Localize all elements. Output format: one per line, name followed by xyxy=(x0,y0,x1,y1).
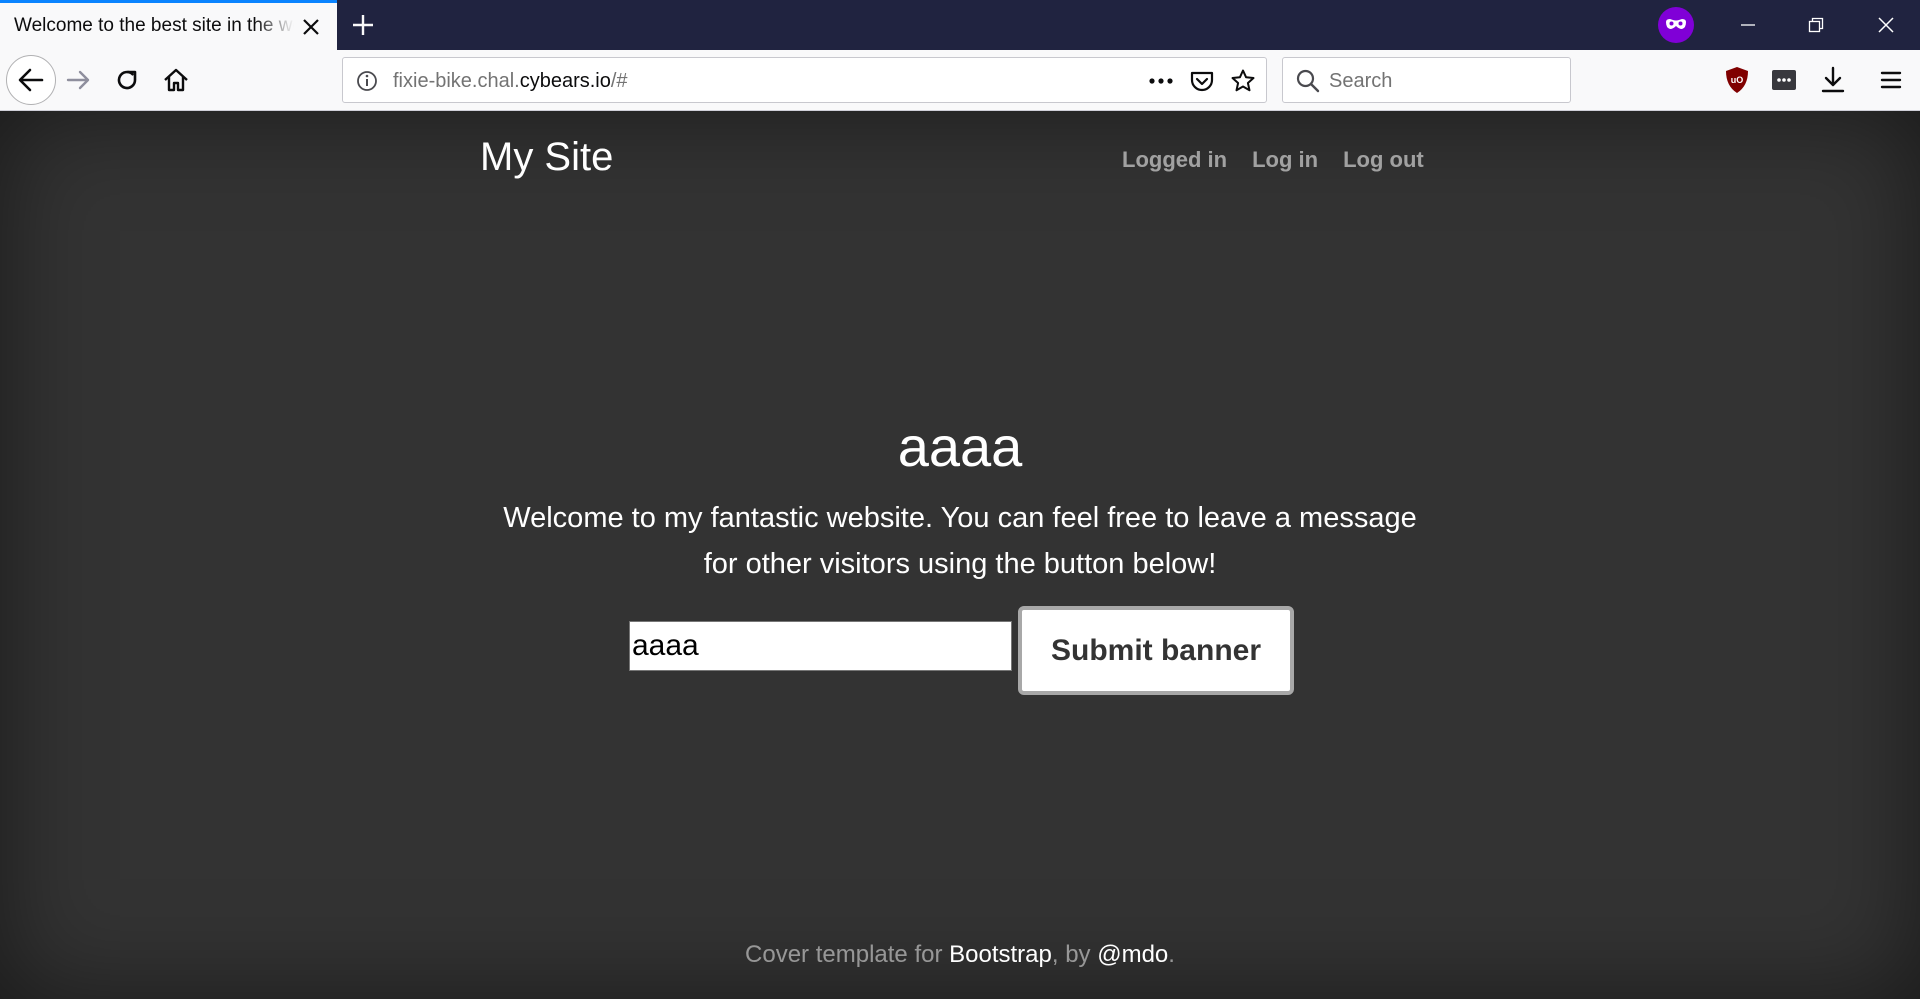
back-icon[interactable] xyxy=(6,55,56,105)
search-bar[interactable]: Search xyxy=(1282,57,1571,103)
close-icon[interactable] xyxy=(300,16,322,38)
search-icon xyxy=(1295,68,1321,94)
navigation-toolbar: fixie-bike.chal.cybears.io/# Search uO xyxy=(0,50,1920,111)
pocket-icon[interactable] xyxy=(1189,68,1215,94)
url-bar[interactable]: fixie-bike.chal.cybears.io/# xyxy=(342,57,1267,103)
url-subdomain: fixie-bike.chal. xyxy=(393,70,520,92)
extension-icon[interactable] xyxy=(1771,68,1797,92)
mdo-link[interactable]: @mdo xyxy=(1097,941,1168,968)
private-browsing-icon xyxy=(1658,7,1694,43)
tab-strip: Welcome to the best site in the world xyxy=(0,0,1920,50)
more-icon[interactable] xyxy=(1147,69,1175,93)
reload-icon[interactable] xyxy=(113,66,141,94)
lead-paragraph: Welcome to my fantastic website. You can… xyxy=(503,502,1417,580)
info-icon[interactable] xyxy=(355,69,379,93)
nav-log-in[interactable]: Log in xyxy=(1252,147,1318,173)
minimize-icon[interactable] xyxy=(1714,0,1782,50)
star-icon[interactable] xyxy=(1230,68,1256,94)
download-icon[interactable] xyxy=(1820,66,1846,94)
footer-suffix: . xyxy=(1168,941,1175,968)
nav-logged-in[interactable]: Logged in xyxy=(1122,147,1227,173)
site-nav: Logged in Log in Log out xyxy=(1122,147,1424,173)
site-brand[interactable]: My Site xyxy=(480,135,613,180)
search-placeholder: Search xyxy=(1329,70,1393,92)
footer: Cover template for Bootstrap, by @mdo. xyxy=(0,941,1920,969)
home-icon[interactable] xyxy=(162,66,190,94)
submit-banner-button[interactable]: Submit banner xyxy=(1018,606,1294,695)
page-headline: aaaa xyxy=(897,415,1023,478)
menu-icon[interactable] xyxy=(1878,66,1904,94)
url-path: /# xyxy=(610,70,628,92)
tab-title: Welcome to the best site in the world xyxy=(14,15,294,36)
banner-input[interactable] xyxy=(629,621,1012,671)
url-text: fixie-bike.chal.cybears.io/# xyxy=(393,70,628,93)
tab-active[interactable]: Welcome to the best site in the world xyxy=(0,0,337,50)
url-host: cybears.io xyxy=(519,70,611,92)
footer-prefix: Cover template for xyxy=(745,941,950,968)
ublock-icon[interactable]: uO xyxy=(1724,66,1750,94)
window-close-icon[interactable] xyxy=(1852,0,1920,50)
bootstrap-link[interactable]: Bootstrap xyxy=(949,941,1052,968)
nav-log-out[interactable]: Log out xyxy=(1343,147,1424,173)
svg-text:uO: uO xyxy=(1731,75,1744,85)
plus-icon[interactable] xyxy=(348,10,378,40)
page-content: My Site Logged in Log in Log out aaaa We… xyxy=(0,111,1920,999)
footer-middle: , by xyxy=(1051,941,1098,968)
restore-icon[interactable] xyxy=(1782,0,1850,50)
forward-icon[interactable] xyxy=(64,66,92,94)
